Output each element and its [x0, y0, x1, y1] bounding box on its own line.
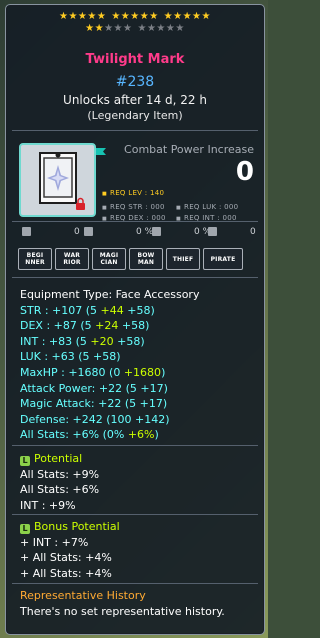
- job-warrior: WAR RIOR: [55, 248, 89, 270]
- potential-line: All Stats: +9%: [20, 467, 100, 481]
- item-name: Twilight Mark: [85, 52, 185, 67]
- legendary-badge-icon: L: [20, 456, 30, 466]
- stat-line: MaxHP : +1680 (0 +1680): [20, 365, 166, 379]
- job-magician: MAGI CIAN: [92, 248, 126, 270]
- stat-line: INT : +83 (5 +20 +58): [20, 334, 145, 348]
- job-thief: THIEF: [166, 248, 200, 270]
- potential-section: L Potential All Stats: +9% All Stats: +6%…: [20, 451, 99, 513]
- stat-line: LUK : +63 (5 +58): [20, 350, 121, 364]
- starforce-stars: ★★★★★ ★★★★★ ★★★★★ ★★★★★ ★★★★★: [6, 11, 264, 35]
- stat-line: All Stats: +6% (0% +6%): [20, 428, 159, 442]
- divider: [12, 130, 258, 131]
- job-beginner: BEGI NNER: [18, 248, 52, 270]
- stat-icon-row: 0 0 % 0 % 0: [18, 227, 258, 241]
- stat-line: Defense: +242 (100 +142): [20, 412, 170, 426]
- star-row-1: ★★★★★ ★★★★★ ★★★★★: [59, 11, 211, 22]
- potential-line: INT : +9%: [20, 498, 76, 512]
- divider: [12, 583, 258, 584]
- combat-power-label: Combat Power Increase: [124, 143, 254, 156]
- flag-icon: [96, 148, 106, 155]
- upgrade-icon-c: [152, 227, 163, 237]
- equipment-type: Equipment Type: Face Accessory: [20, 288, 200, 301]
- bonus-potential-title: Bonus Potential: [34, 520, 120, 533]
- history-title: Representative History: [20, 589, 146, 602]
- stat-line: DEX : +87 (5 +24 +58): [20, 319, 150, 333]
- upgrade-icon-b: [84, 227, 95, 237]
- req-int: REQ INT : 000: [176, 213, 250, 224]
- req-level: REQ LEV : 140: [102, 189, 164, 197]
- req-luk: REQ LUK : 000: [176, 202, 250, 213]
- stat-line: STR : +107 (5 +44 +58): [20, 303, 155, 317]
- star-row-2: ★★★★★ ★★★★★: [85, 23, 185, 34]
- item-id: #238: [115, 74, 155, 90]
- divider: [12, 445, 258, 446]
- combat-power-value: 0: [235, 157, 254, 187]
- job-class-list: BEGI NNER WAR RIOR MAGI CIAN BOW MAN THI…: [18, 248, 243, 270]
- bonus-potential-line: + All Stats: +4%: [20, 551, 112, 565]
- stat-line: Magic Attack: +22 (5 +17): [20, 397, 168, 411]
- divider: [12, 277, 258, 278]
- bonus-potential-section: L Bonus Potential + INT : +7% + All Stats…: [20, 519, 120, 581]
- job-pirate: PIRATE: [203, 248, 243, 270]
- equipment-stats: Equipment Type: Face Accessory STR : +10…: [20, 287, 199, 443]
- face-accessory-icon: [22, 146, 93, 214]
- history-text: There's no set representative history.: [20, 604, 225, 618]
- divider: [12, 514, 258, 515]
- unlock-time: Unlocks after 14 d, 22 h: [63, 93, 207, 107]
- potential-title: Potential: [34, 452, 83, 465]
- item-icon-frame[interactable]: [19, 143, 96, 217]
- item-tooltip: ★★★★★ ★★★★★ ★★★★★ ★★★★★ ★★★★★ Twilight Mark…: [5, 4, 265, 635]
- upgrade-icon-a: [22, 227, 33, 237]
- stat-line: Attack Power: +22 (5 +17): [20, 381, 168, 395]
- req-str: REQ STR : 000: [102, 202, 176, 213]
- job-bowman: BOW MAN: [129, 248, 163, 270]
- potential-line: All Stats: +6%: [20, 483, 100, 497]
- bonus-potential-line: + All Stats: +4%: [20, 566, 112, 580]
- bonus-potential-line: + INT : +7%: [20, 535, 89, 549]
- legendary-badge-icon: L: [20, 524, 30, 534]
- req-dex: REQ DEX : 000: [102, 213, 176, 224]
- icon-a-value: 0: [74, 227, 80, 237]
- icon-d-value: 0: [250, 227, 256, 237]
- history-section: Representative History There's no set re…: [20, 588, 225, 619]
- item-rarity: (Legendary Item): [87, 109, 183, 122]
- divider: [12, 221, 258, 222]
- upgrade-icon-d: [208, 227, 219, 237]
- icon-b-value: 0 %: [136, 227, 154, 237]
